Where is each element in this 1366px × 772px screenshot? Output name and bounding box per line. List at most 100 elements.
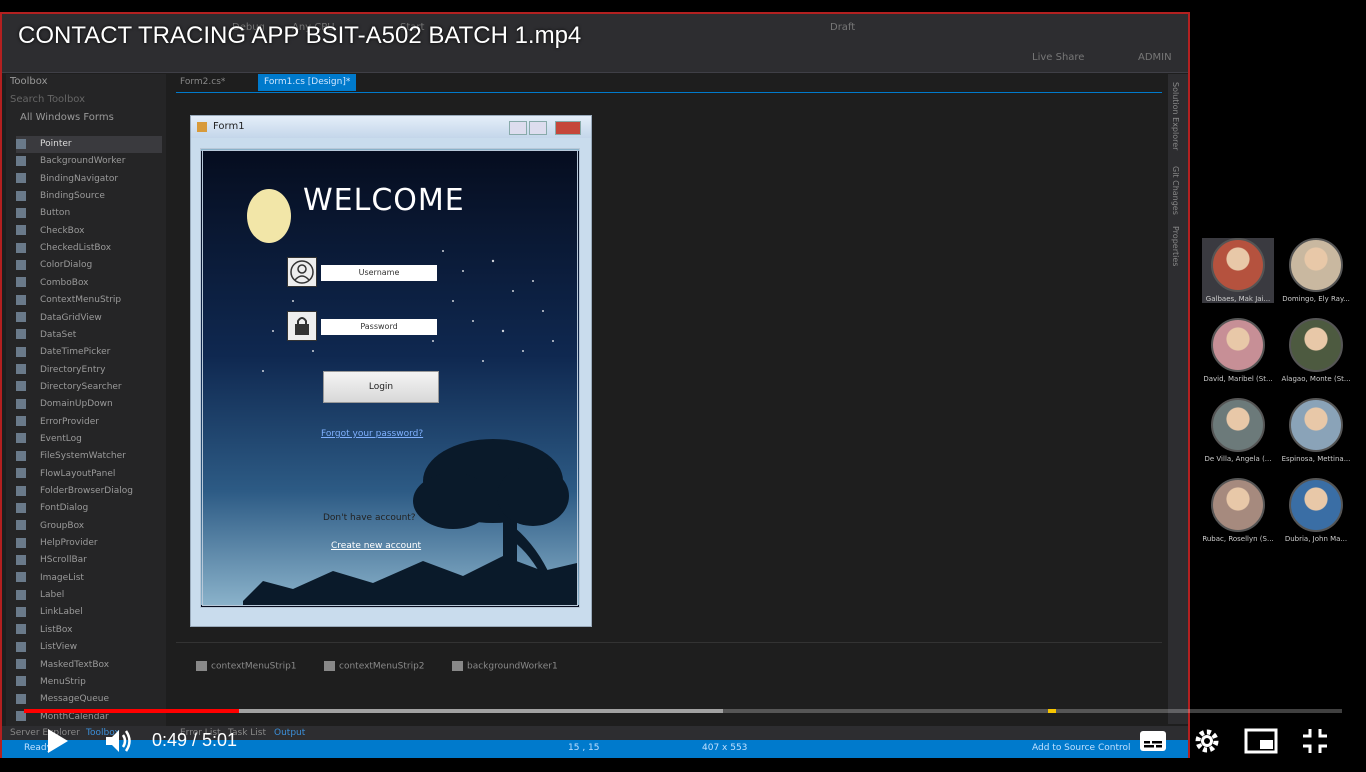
video-title[interactable]: CONTACT TRACING APP BSIT-A502 BATCH 1.mp…: [18, 22, 581, 50]
forgot-password-link[interactable]: Forgot your password?: [321, 429, 423, 439]
toolbox-item-label: MenuStrip: [40, 676, 86, 687]
toolbox-item[interactable]: BindingSource: [16, 188, 162, 205]
participant-tile[interactable]: Galbaes, Mak Jai...: [1202, 238, 1274, 303]
miniplayer-button[interactable]: [1244, 728, 1278, 758]
control-icon: [16, 173, 26, 184]
subtitles-button[interactable]: [1139, 730, 1167, 756]
progress-bar[interactable]: [24, 709, 1342, 713]
toolbox-item[interactable]: DirectorySearcher: [16, 379, 162, 396]
toolbox-item[interactable]: EventLog: [16, 431, 162, 448]
time-display: 0:49 / 5:01: [152, 730, 238, 750]
participant-tile[interactable]: Espinosa, Mettina...: [1280, 398, 1352, 463]
toolbox-item[interactable]: CheckBox: [16, 223, 162, 240]
tray-context-menu-2[interactable]: contextMenuStrip2: [324, 661, 425, 672]
toolbox-item-label: DataGridView: [40, 312, 102, 323]
create-account-link[interactable]: Create new account: [331, 541, 421, 551]
toolbox-item[interactable]: BackgroundWorker: [16, 153, 162, 170]
participant-tile[interactable]: Domingo, Ely Ray...: [1280, 238, 1352, 303]
control-icon: [16, 225, 26, 236]
toolbox-item[interactable]: ImageList: [16, 570, 162, 587]
toolbox-item[interactable]: BindingNavigator: [16, 171, 162, 188]
control-icon: [16, 433, 26, 444]
settings-button[interactable]: [1194, 728, 1220, 758]
toolbox-item[interactable]: MenuStrip: [16, 674, 162, 691]
toolbox-search-input[interactable]: Search Toolbox: [10, 94, 85, 105]
control-icon: [16, 659, 26, 669]
toolbox-item[interactable]: Label: [16, 587, 162, 604]
toolbox-item-label: FlowLayoutPanel: [40, 468, 116, 479]
toolbox-item[interactable]: ListBox: [16, 622, 162, 639]
avatar: [1289, 238, 1343, 292]
toolbox-item[interactable]: ContextMenuStrip: [16, 292, 162, 309]
login-background: WELCOME Username Password Login Forgot y…: [200, 148, 580, 608]
toolbox-item[interactable]: FlowLayoutPanel: [16, 466, 162, 483]
control-icon: [16, 606, 26, 617]
toolbox-item[interactable]: LinkLabel: [16, 604, 162, 621]
toolbox-item[interactable]: DomainUpDown: [16, 396, 162, 413]
toolbox-item[interactable]: HScrollBar: [16, 552, 162, 569]
exit-fullscreen-icon: [1303, 729, 1327, 753]
form1-window[interactable]: Form1 WELCOME Username Password Login Fo…: [190, 115, 592, 627]
toolbox-item[interactable]: CheckedListBox: [16, 240, 162, 257]
control-icon: [16, 641, 26, 652]
participant-tile[interactable]: De Villa, Angela (...: [1202, 398, 1274, 463]
play-button[interactable]: [46, 728, 70, 758]
toolbox-item[interactable]: MaskedTextBox: [16, 657, 162, 674]
toolbox-item-label: Label: [40, 590, 65, 601]
toolbox-item-label: ComboBox: [40, 277, 89, 288]
tray-context-menu-1[interactable]: contextMenuStrip1: [196, 661, 297, 672]
minimize-icon[interactable]: [509, 121, 527, 135]
volume-button[interactable]: [104, 727, 134, 759]
avatar: [1211, 318, 1265, 372]
toolbox-item[interactable]: FontDialog: [16, 500, 162, 517]
toolbox-item[interactable]: DirectoryEntry: [16, 362, 162, 379]
toolbox-item[interactable]: Pointer: [16, 136, 162, 153]
toolbox-title: Toolbox: [10, 76, 48, 87]
tab-form1-design[interactable]: Form1.cs [Design]*: [258, 74, 357, 91]
avatar: [1289, 398, 1343, 452]
login-button[interactable]: Login: [323, 371, 439, 403]
tab-form2-cs[interactable]: Form2.cs*: [174, 74, 231, 91]
toolbox-item[interactable]: DataSet: [16, 327, 162, 344]
close-icon[interactable]: [555, 121, 581, 135]
live-share-button[interactable]: Live Share: [1032, 52, 1084, 63]
toolbox-item[interactable]: ComboBox: [16, 275, 162, 292]
solution-explorer-tab[interactable]: Solution Explorer: [1171, 82, 1180, 150]
participant-tile[interactable]: Dubria, John Ma...: [1280, 478, 1352, 543]
control-icon: [16, 138, 26, 149]
participant-name: De Villa, Angela (...: [1204, 455, 1272, 463]
properties-tab[interactable]: Properties: [1171, 226, 1180, 266]
toolbox-item[interactable]: Button: [16, 205, 162, 222]
control-icon: [16, 554, 26, 565]
participant-tile[interactable]: David, Maribel (St...: [1202, 318, 1274, 383]
avatar: [1289, 318, 1343, 372]
admin-badge: ADMIN: [1138, 52, 1172, 63]
git-changes-tab[interactable]: Git Changes: [1171, 166, 1180, 215]
played-bar: [24, 709, 239, 713]
toolbox-item-label: FolderBrowserDialog: [40, 486, 133, 496]
maximize-icon[interactable]: [529, 121, 547, 135]
document-tabs: Form2.cs* Form1.cs [Design]*: [172, 74, 1162, 92]
toolbox-item[interactable]: MessageQueue: [16, 691, 162, 708]
username-input[interactable]: Username: [321, 265, 437, 281]
toolbox-group[interactable]: All Windows Forms: [20, 112, 114, 123]
toolbox-item[interactable]: ListView: [16, 639, 162, 656]
toolbox-item[interactable]: DateTimePicker: [16, 344, 162, 361]
tray-label: contextMenuStrip2: [339, 661, 425, 672]
toolbox-item[interactable]: ErrorProvider: [16, 414, 162, 431]
toolbox-item[interactable]: FileSystemWatcher: [16, 448, 162, 465]
toolbox-item[interactable]: FolderBrowserDialog: [16, 483, 162, 500]
participant-tile[interactable]: Rubac, Rosellyn (S...: [1202, 478, 1274, 543]
toolbox-item[interactable]: GroupBox: [16, 518, 162, 535]
participant-tile[interactable]: Alagao, Monte (St...: [1280, 318, 1352, 383]
toolbox-item[interactable]: HelpProvider: [16, 535, 162, 552]
toolbox-item[interactable]: DataGridView: [16, 310, 162, 327]
toolbox-item[interactable]: ColorDialog: [16, 257, 162, 274]
exit-fullscreen-button[interactable]: [1302, 728, 1328, 758]
control-icon: [16, 520, 26, 531]
toolbox-item-label: CheckBox: [40, 225, 85, 236]
password-input[interactable]: Password: [321, 319, 437, 335]
control-icon: [16, 485, 26, 496]
tray-background-worker[interactable]: backgroundWorker1: [452, 661, 558, 672]
participant-name: Rubac, Rosellyn (S...: [1202, 535, 1274, 543]
